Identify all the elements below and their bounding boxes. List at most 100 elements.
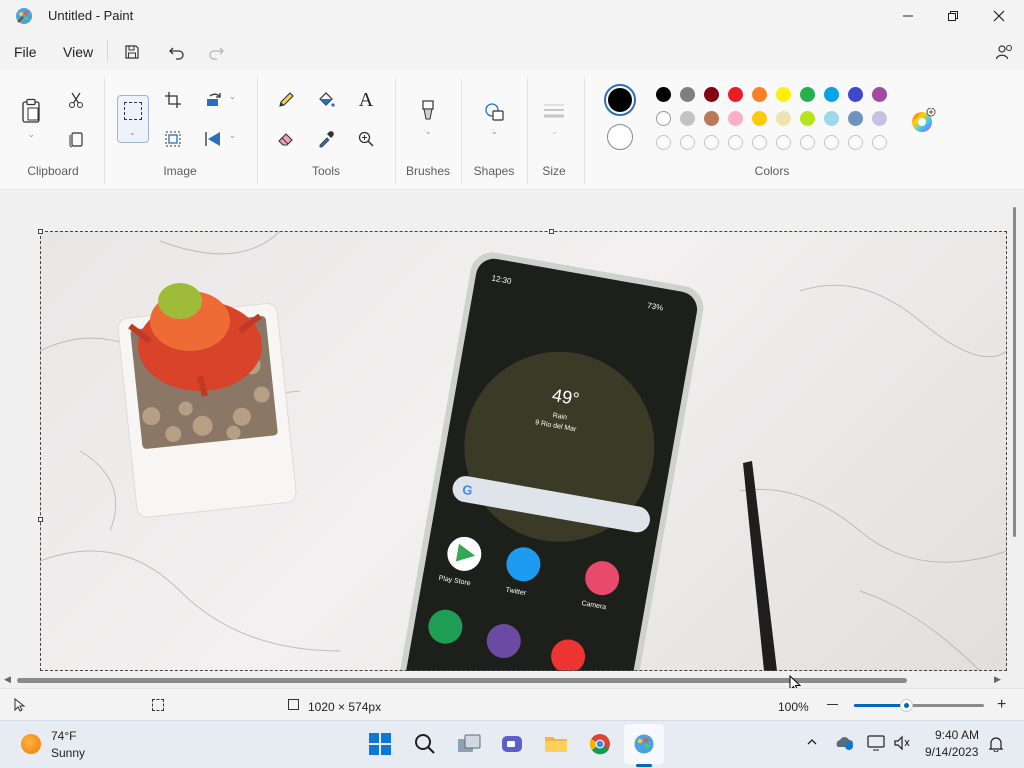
color-picker-icon[interactable] bbox=[312, 125, 340, 153]
restore-button[interactable] bbox=[930, 0, 976, 32]
color-swatch[interactable] bbox=[800, 111, 815, 126]
color-swatch[interactable] bbox=[728, 111, 743, 126]
color-swatch[interactable] bbox=[752, 111, 767, 126]
shapes-icon[interactable] bbox=[481, 98, 509, 126]
resize-handle[interactable] bbox=[38, 517, 43, 522]
copy-icon[interactable] bbox=[62, 125, 90, 153]
select-chevron-down-icon[interactable]: ⌄ bbox=[129, 128, 136, 137]
horizontal-scrollbar-thumb[interactable] bbox=[17, 678, 907, 683]
chevron-up-icon[interactable] bbox=[806, 736, 818, 751]
select-button[interactable]: ⌄ bbox=[117, 95, 149, 143]
undo-icon[interactable] bbox=[163, 40, 191, 64]
color-swatch[interactable] bbox=[776, 111, 791, 126]
onedrive-icon[interactable] bbox=[835, 734, 855, 757]
color-swatch[interactable] bbox=[704, 135, 719, 150]
clock-date[interactable]: 9/14/2023 bbox=[925, 745, 978, 759]
color-swatch[interactable] bbox=[656, 111, 671, 126]
network-icon[interactable] bbox=[867, 735, 887, 756]
resize-icon[interactable] bbox=[159, 125, 187, 153]
save-icon[interactable] bbox=[118, 40, 146, 64]
close-button[interactable] bbox=[976, 0, 1022, 32]
file-menu[interactable]: File bbox=[12, 40, 39, 64]
cut-icon[interactable] bbox=[62, 86, 90, 114]
primary-color-button[interactable] bbox=[604, 84, 636, 116]
brushes-chevron-down-icon[interactable]: ⌄ bbox=[425, 127, 432, 136]
color-swatch[interactable] bbox=[752, 87, 767, 102]
color-swatch[interactable] bbox=[752, 135, 767, 150]
account-icon[interactable] bbox=[990, 40, 1018, 64]
clock-time[interactable]: 9:40 AM bbox=[935, 728, 979, 742]
color-swatch[interactable] bbox=[848, 111, 863, 126]
size-chevron-down-icon[interactable]: ⌄ bbox=[551, 127, 558, 136]
color-swatch[interactable] bbox=[680, 111, 695, 126]
selection-box[interactable] bbox=[40, 231, 1007, 671]
flip-icon[interactable] bbox=[200, 125, 228, 153]
size-group-label: Size bbox=[542, 164, 566, 178]
chrome-icon[interactable] bbox=[580, 724, 620, 764]
zoom-slider-thumb[interactable] bbox=[900, 699, 913, 712]
flip-chevron-down-icon[interactable]: ⌄ bbox=[229, 131, 236, 140]
rotate-chevron-down-icon[interactable]: ⌄ bbox=[229, 92, 236, 101]
color-swatch[interactable] bbox=[728, 135, 743, 150]
color-swatch[interactable] bbox=[680, 135, 695, 150]
text-icon[interactable]: A bbox=[352, 86, 380, 114]
weather-desc[interactable]: Sunny bbox=[51, 746, 85, 760]
resize-handle[interactable] bbox=[549, 229, 554, 234]
redo-icon[interactable] bbox=[202, 40, 230, 64]
secondary-color-button[interactable] bbox=[607, 124, 633, 150]
brush-icon[interactable] bbox=[414, 96, 442, 124]
magnifier-icon[interactable] bbox=[352, 125, 380, 153]
color-swatch[interactable] bbox=[824, 111, 839, 126]
color-swatch[interactable] bbox=[800, 135, 815, 150]
search-icon[interactable] bbox=[405, 724, 445, 764]
task-view-icon[interactable] bbox=[449, 724, 489, 764]
select-icon bbox=[124, 102, 142, 120]
edit-colors-icon[interactable] bbox=[910, 107, 936, 134]
eraser-icon[interactable] bbox=[272, 125, 300, 153]
zoom-level-label[interactable]: 100% bbox=[778, 700, 809, 714]
color-swatch[interactable] bbox=[848, 87, 863, 102]
ribbon-separator bbox=[395, 78, 396, 184]
color-swatch[interactable] bbox=[728, 87, 743, 102]
rotate-icon[interactable] bbox=[200, 86, 228, 114]
start-button[interactable] bbox=[360, 724, 400, 764]
zoom-in-icon[interactable]: + bbox=[997, 697, 1006, 713]
color-swatch[interactable] bbox=[824, 87, 839, 102]
pencil-icon[interactable] bbox=[272, 86, 300, 114]
color-swatch[interactable] bbox=[680, 87, 695, 102]
view-menu[interactable]: View bbox=[61, 40, 95, 64]
paste-chevron-down-icon[interactable]: ⌄ bbox=[28, 130, 35, 139]
color-swatch[interactable] bbox=[656, 135, 671, 150]
volume-muted-icon[interactable] bbox=[893, 735, 911, 756]
minimize-button[interactable] bbox=[885, 0, 931, 32]
color-swatch[interactable] bbox=[704, 87, 719, 102]
scroll-right-icon[interactable]: ▶ bbox=[994, 674, 1001, 685]
scroll-left-icon[interactable]: ◀ bbox=[4, 674, 11, 685]
color-swatch[interactable] bbox=[872, 135, 887, 150]
size-icon[interactable] bbox=[540, 97, 568, 125]
color-swatch[interactable] bbox=[776, 87, 791, 102]
crop-icon[interactable] bbox=[159, 86, 187, 114]
zoom-slider[interactable] bbox=[854, 699, 984, 712]
color-swatch[interactable] bbox=[800, 87, 815, 102]
vertical-scrollbar[interactable] bbox=[1013, 207, 1016, 537]
paste-icon[interactable] bbox=[17, 96, 45, 126]
zoom-out-icon[interactable] bbox=[827, 704, 838, 705]
file-explorer-icon[interactable] bbox=[536, 724, 576, 764]
color-swatch[interactable] bbox=[848, 135, 863, 150]
paint-taskbar-icon[interactable] bbox=[624, 724, 664, 764]
resize-handle[interactable] bbox=[38, 229, 43, 234]
fill-icon[interactable] bbox=[312, 86, 340, 114]
notification-bell-icon[interactable] bbox=[988, 736, 1004, 757]
color-swatch[interactable] bbox=[656, 87, 671, 102]
color-swatch[interactable] bbox=[704, 111, 719, 126]
teams-chat-icon[interactable] bbox=[492, 724, 532, 764]
color-swatch[interactable] bbox=[872, 111, 887, 126]
weather-temp[interactable]: 74°F bbox=[51, 729, 76, 743]
sun-weather-icon[interactable] bbox=[21, 734, 41, 754]
color-swatch[interactable] bbox=[872, 87, 887, 102]
shapes-chevron-down-icon[interactable]: ⌄ bbox=[491, 127, 498, 136]
color-swatch[interactable] bbox=[776, 135, 791, 150]
shapes-group-label: Shapes bbox=[473, 164, 515, 178]
color-swatch[interactable] bbox=[824, 135, 839, 150]
